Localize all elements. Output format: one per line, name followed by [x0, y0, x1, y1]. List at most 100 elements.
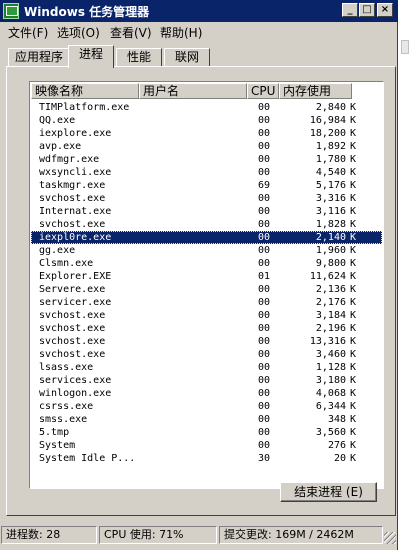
process-memory-unit: K	[350, 219, 357, 230]
process-memory-unit: K	[350, 258, 357, 269]
process-memory: 6,344	[315, 401, 346, 412]
minimize-button[interactable]: _	[342, 3, 358, 17]
tab-applications[interactable]: 应用程序	[8, 48, 70, 67]
column-cpu[interactable]: CPU	[247, 83, 279, 99]
tab-processes[interactable]: 进程	[68, 45, 114, 68]
process-memory-unit: K	[350, 245, 357, 256]
process-memory-unit: K	[350, 115, 357, 126]
process-cpu: 00	[258, 128, 271, 139]
process-memory: 1,892	[315, 141, 346, 152]
process-memory-unit: K	[350, 232, 357, 243]
process-cpu: 00	[258, 232, 271, 243]
process-cpu: 69	[258, 180, 271, 191]
process-cpu: 00	[258, 167, 271, 178]
process-memory: 1,128	[315, 362, 346, 373]
process-cpu: 00	[258, 440, 271, 451]
process-row[interactable]: svchost.exe 00 3,316 K	[31, 192, 382, 205]
process-memory-unit: K	[350, 375, 357, 386]
status-commit-charge: 提交更改: 169M / 2462M	[219, 526, 383, 544]
process-memory: 3,184	[315, 310, 346, 321]
tab-performance[interactable]: 性能	[116, 48, 162, 67]
menu-view[interactable]: 查看(V)	[110, 24, 152, 41]
process-cpu: 00	[258, 362, 271, 373]
process-cpu: 00	[258, 336, 271, 347]
process-name: svchost.exe	[39, 193, 106, 204]
process-row[interactable]: winlogon.exe 00 4,068 K	[31, 387, 382, 400]
process-row[interactable]: Servere.exe 00 2,136 K	[31, 283, 382, 296]
process-row[interactable]: QQ.exe 00 16,984 K	[31, 114, 382, 127]
process-cpu: 00	[258, 349, 271, 360]
process-name: wdfmgr.exe	[39, 154, 100, 165]
process-name: Internat.exe	[39, 206, 112, 217]
menu-file[interactable]: 文件(F)	[8, 24, 48, 41]
process-row[interactable]: avp.exe 00 1,892 K	[31, 140, 382, 153]
process-cpu: 00	[258, 258, 271, 269]
process-memory: 20	[333, 453, 346, 464]
process-row[interactable]: 5.tmp 00 3,560 K	[31, 426, 382, 439]
process-row[interactable]: iexpl0re.exe 00 2,140 K	[31, 231, 382, 244]
process-name: taskmgr.exe	[39, 180, 106, 191]
maximize-button[interactable]: □	[359, 3, 375, 17]
process-cpu: 00	[258, 414, 271, 425]
process-row[interactable]: services.exe 00 3,180 K	[31, 374, 382, 387]
process-cpu: 00	[258, 245, 271, 256]
process-name: smss.exe	[39, 414, 88, 425]
process-memory: 348	[327, 414, 346, 425]
process-row[interactable]: Clsmn.exe 00 9,800 K	[31, 257, 382, 270]
process-cpu: 00	[258, 427, 271, 438]
column-user-name[interactable]: 用户名	[139, 83, 247, 99]
process-cpu: 00	[258, 154, 271, 165]
column-image-name[interactable]: 映像名称	[31, 83, 139, 99]
process-row[interactable]: svchost.exe 00 2,196 K	[31, 322, 382, 335]
process-memory-unit: K	[350, 336, 357, 347]
process-memory: 1,780	[315, 154, 346, 165]
process-memory: 2,840	[315, 102, 346, 113]
process-row[interactable]: Internat.exe 00 3,116 K	[31, 205, 382, 218]
process-cpu: 00	[258, 284, 271, 295]
process-name: svchost.exe	[39, 349, 106, 360]
process-row[interactable]: svchost.exe 00 3,460 K	[31, 348, 382, 361]
process-memory-unit: K	[350, 388, 357, 399]
process-memory-unit: K	[350, 167, 357, 178]
process-memory: 3,560	[315, 427, 346, 438]
process-cpu: 00	[258, 115, 271, 126]
process-list[interactable]: 映像名称 用户名 CPU 内存使用 TIMPlatform.exe 00 2,840…	[29, 81, 384, 489]
menu-help[interactable]: 帮助(H)	[160, 24, 202, 41]
process-row[interactable]: csrss.exe 00 6,344 K	[31, 400, 382, 413]
process-cpu: 00	[258, 141, 271, 152]
process-memory: 2,176	[315, 297, 346, 308]
process-name: svchost.exe	[39, 323, 106, 334]
process-row[interactable]: taskmgr.exe 69 5,176 K	[31, 179, 382, 192]
process-memory: 276	[327, 440, 346, 451]
process-row[interactable]: Explorer.EXE 01 11,624 K	[31, 270, 382, 283]
process-row[interactable]: svchost.exe 00 3,184 K	[31, 309, 382, 322]
process-name: winlogon.exe	[39, 388, 112, 399]
process-row[interactable]: smss.exe 00 348 K	[31, 413, 382, 426]
process-name: services.exe	[39, 375, 112, 386]
process-row[interactable]: wdfmgr.exe 00 1,780 K	[31, 153, 382, 166]
process-row[interactable]: lsass.exe 00 1,128 K	[31, 361, 382, 374]
process-memory: 1,828	[315, 219, 346, 230]
process-rows: TIMPlatform.exe 00 2,840 K QQ.exe 00 16,984 Kie…	[31, 101, 382, 465]
process-row[interactable]: System 00 276 K	[31, 439, 382, 452]
process-row[interactable]: System Idle P... 30 20 K	[31, 452, 382, 465]
process-row[interactable]: TIMPlatform.exe 00 2,840 K	[31, 101, 382, 114]
process-row[interactable]: svchost.exe 00 1,828 K	[31, 218, 382, 231]
process-memory-unit: K	[350, 323, 357, 334]
tab-networking[interactable]: 联网	[164, 48, 210, 67]
end-process-button[interactable]: 结束进程 (E)	[280, 482, 377, 502]
process-row[interactable]: gg.exe 00 1,960 K	[31, 244, 382, 257]
resize-grip[interactable]	[384, 532, 396, 544]
menu-options[interactable]: 选项(O)	[57, 24, 100, 41]
process-name: iexplore.exe	[39, 128, 112, 139]
process-cpu: 00	[258, 219, 271, 230]
process-row[interactable]: iexplore.exe 00 18,200 K	[31, 127, 382, 140]
process-row[interactable]: wxsyncli.exe 00 4,540 K	[31, 166, 382, 179]
title-bar[interactable]: Windows 任务管理器 _ □ ×	[0, 0, 398, 22]
close-button[interactable]: ×	[377, 3, 393, 17]
column-memory[interactable]: 内存使用	[279, 83, 352, 99]
process-memory-unit: K	[350, 206, 357, 217]
process-row[interactable]: servicer.exe 00 2,176 K	[31, 296, 382, 309]
process-name: csrss.exe	[39, 401, 94, 412]
process-row[interactable]: svchost.exe 00 13,316 K	[31, 335, 382, 348]
